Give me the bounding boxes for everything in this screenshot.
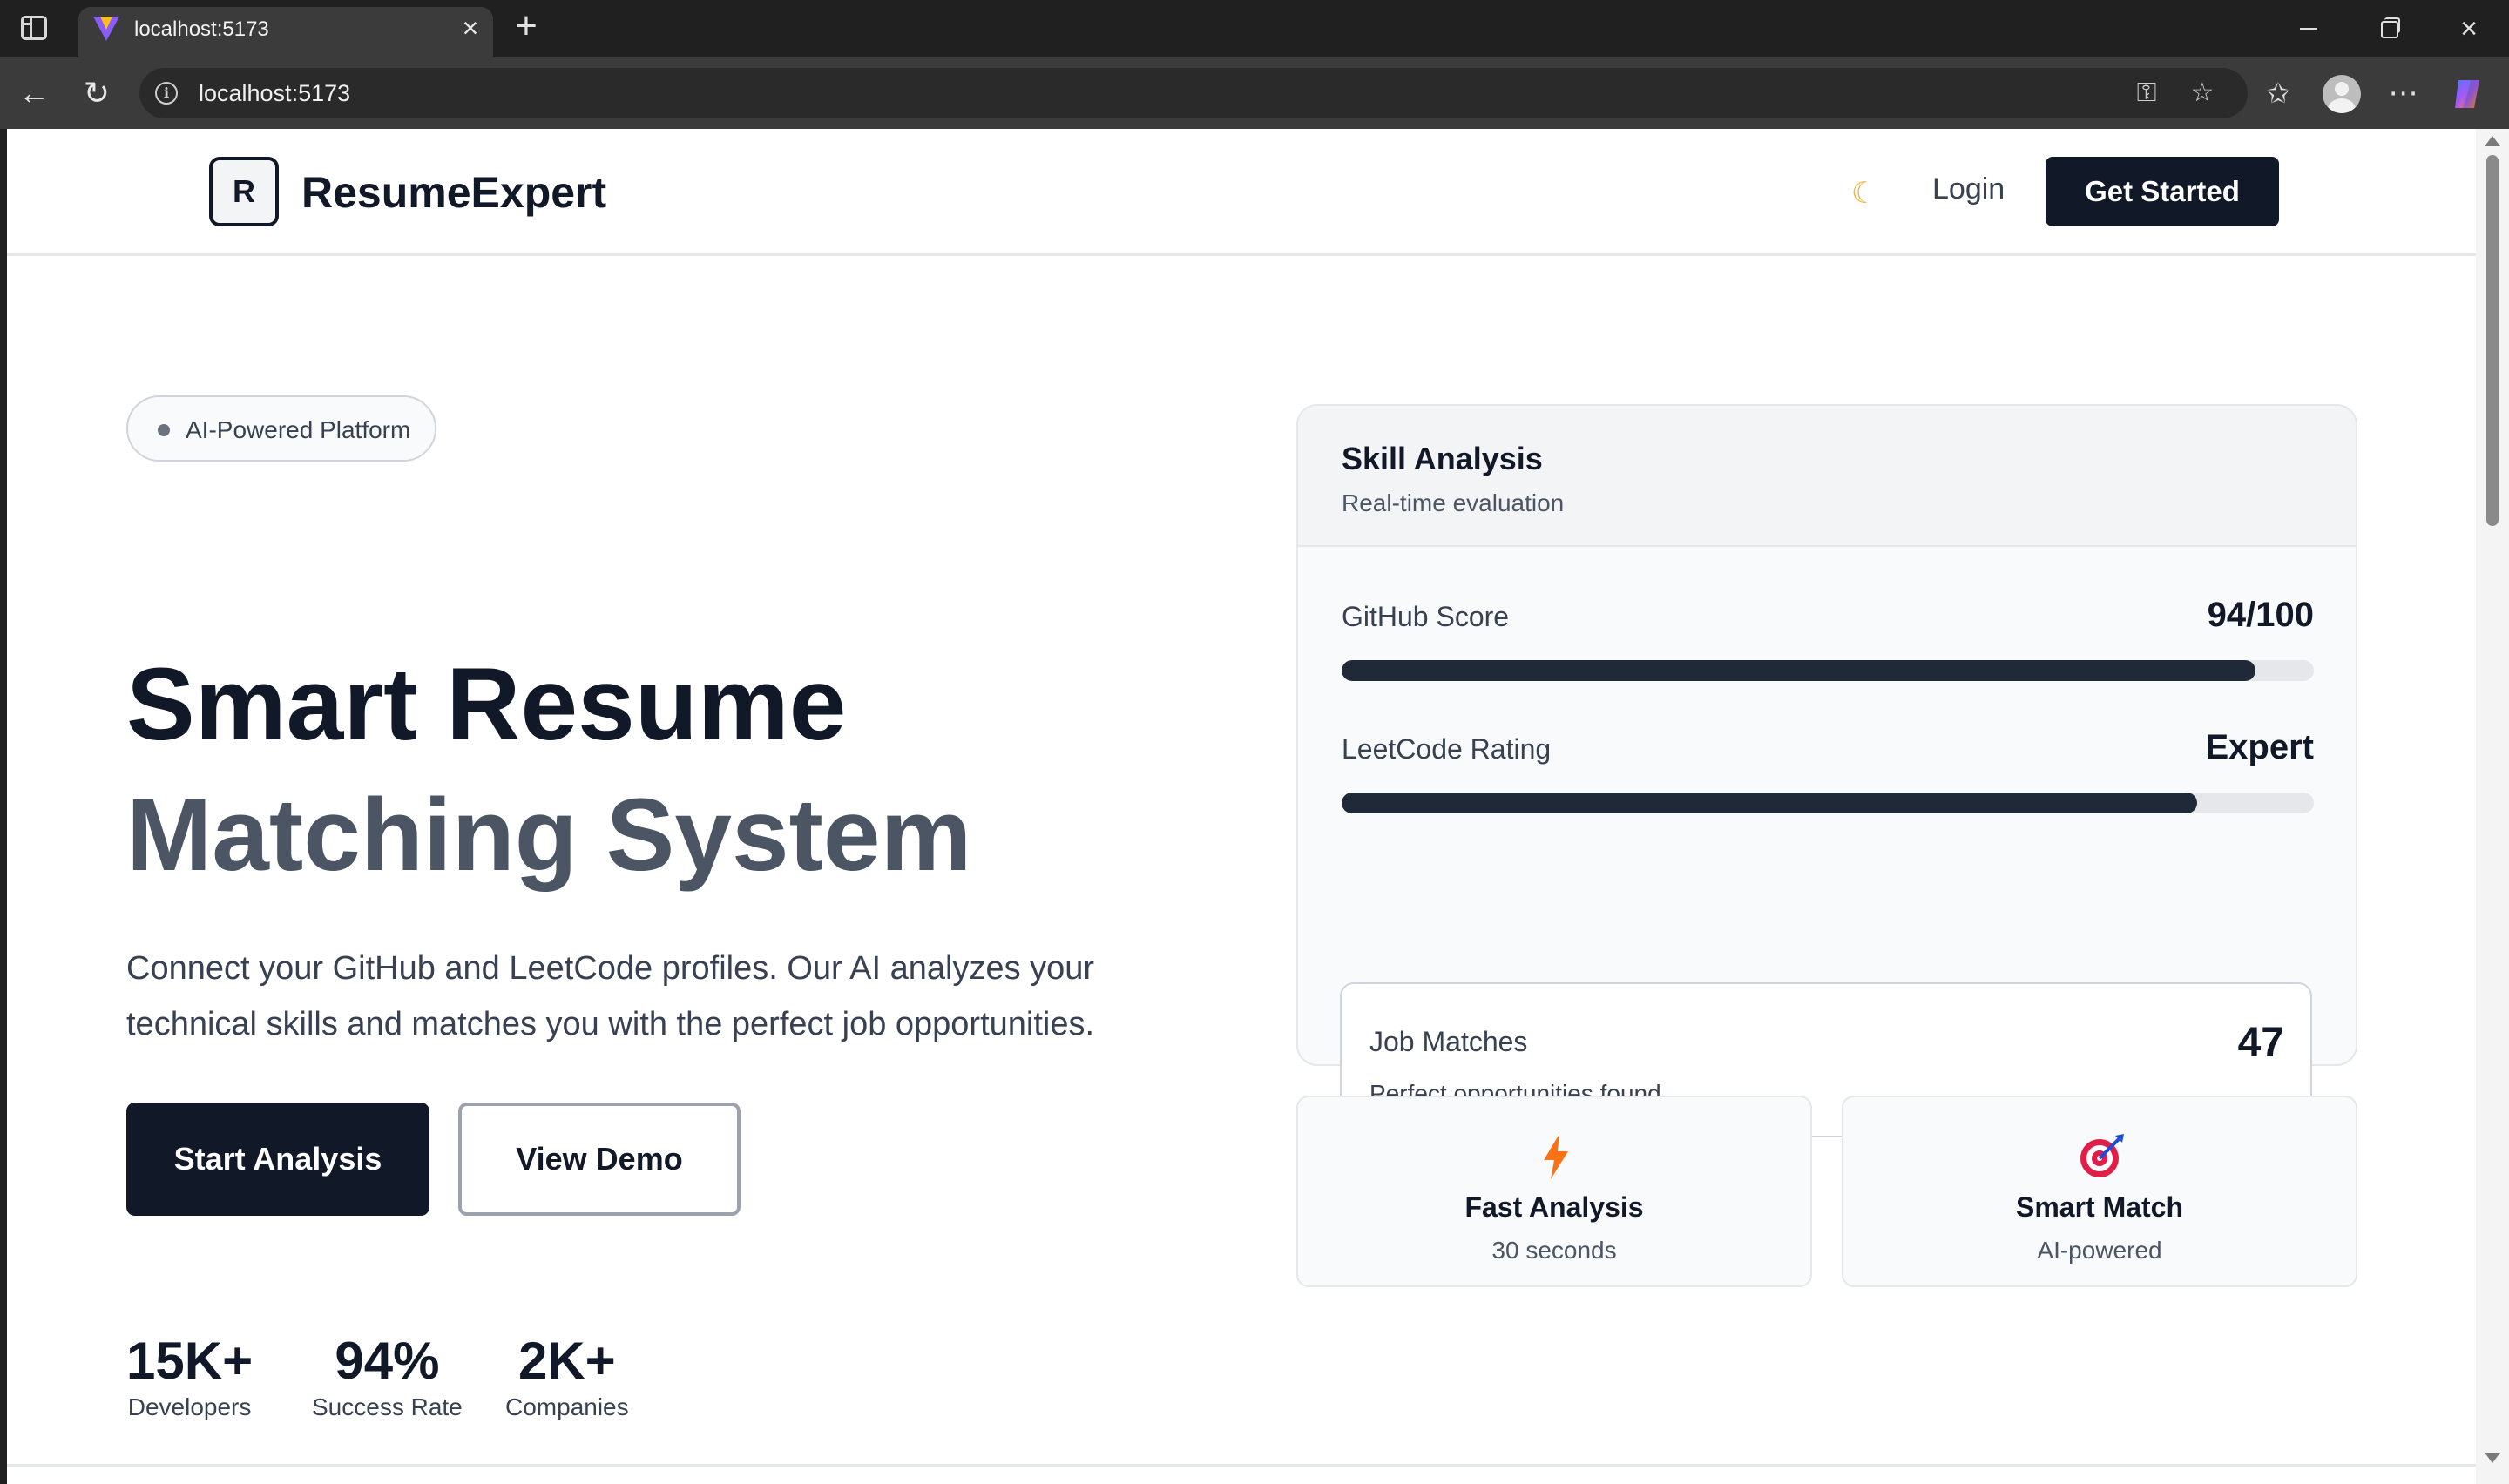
restore-icon[interactable]	[2363, 10, 2415, 47]
new-tab-icon[interactable]: +	[509, 7, 544, 45]
job-matches-count: 47	[2237, 1020, 2284, 1066]
badge-label: AI-Powered Platform	[186, 416, 411, 443]
feature-title: Fast Analysis	[1464, 1191, 1644, 1223]
hero-title-line2: Matching System	[126, 778, 972, 893]
url-text[interactable]: localhost:5173	[199, 80, 350, 107]
login-link[interactable]: Login	[1932, 172, 2005, 206]
leetcode-rating-fill	[1342, 793, 2198, 813]
window-close-icon[interactable]: ×	[2443, 10, 2495, 47]
tab-title: localhost:5173	[134, 17, 269, 41]
hero-description: Connect your GitHub and LeetCode profile…	[126, 950, 1095, 1042]
platform-badge: AI-Powered Platform	[126, 395, 436, 462]
card-header: Skill Analysis Real-time evaluation	[1298, 406, 2356, 547]
copilot-icon[interactable]	[2450, 75, 2488, 113]
leetcode-rating-label: LeetCode Rating	[1342, 733, 1552, 765]
leetcode-rating-bar	[1342, 793, 2314, 813]
tab-actions-icon[interactable]	[21, 16, 47, 40]
feature-subtitle: AI-powered	[2037, 1237, 2162, 1264]
github-score-fill	[1342, 660, 2256, 681]
feature-smart-match[interactable]: Smart Match AI-powered	[1842, 1096, 2357, 1287]
stat-value: 2K+	[517, 1332, 616, 1390]
job-matches-label: Job Matches	[1369, 1026, 1528, 1057]
card-title: Skill Analysis	[1342, 441, 1543, 476]
badge-dot-icon	[158, 424, 170, 436]
start-analysis-button[interactable]: Start Analysis	[126, 1103, 429, 1216]
site-info-icon[interactable]: i	[155, 82, 178, 105]
vite-favicon-icon	[93, 17, 119, 41]
feature-title: Smart Match	[2015, 1191, 2184, 1223]
page-scrollbar[interactable]	[2476, 129, 2509, 1484]
back-icon[interactable]: ←	[14, 73, 54, 113]
leetcode-rating-value: Expert	[2205, 728, 2315, 766]
bookmark-star-icon[interactable]: ☆	[2187, 78, 2218, 109]
get-started-button[interactable]: Get Started	[2046, 157, 2279, 226]
target-icon	[2080, 1134, 2124, 1177]
more-options-icon[interactable]: ⋯	[2384, 73, 2424, 113]
feature-subtitle: 30 seconds	[1491, 1237, 1617, 1264]
scroll-up-icon[interactable]	[2485, 136, 2500, 146]
hero-title-line1: Smart Resume	[126, 647, 847, 762]
github-score-label: GitHub Score	[1342, 601, 1510, 632]
reload-icon[interactable]: ↻	[77, 73, 117, 113]
lightning-icon	[1544, 1134, 1568, 1179]
browser-tab[interactable]: localhost:5173 ×	[78, 7, 493, 57]
site-header: R ResumeExpert ☾ Login Get Started	[7, 129, 2476, 256]
stat-label: Companies	[505, 1393, 629, 1420]
stat-value: 15K+	[126, 1332, 254, 1390]
github-score-bar	[1342, 660, 2314, 681]
feature-fast-analysis[interactable]: Fast Analysis 30 seconds	[1296, 1096, 1812, 1287]
stat-label: Success Rate	[312, 1393, 463, 1420]
view-demo-button[interactable]: View Demo	[458, 1103, 741, 1216]
browser-tabbar: localhost:5173 × + ×	[0, 0, 2509, 57]
logo-badge[interactable]: R	[209, 157, 279, 226]
page-viewport: R ResumeExpert ☾ Login Get Started AI-Po…	[7, 129, 2476, 1484]
stat-label: Developers	[127, 1393, 252, 1420]
close-tab-icon[interactable]: ×	[455, 12, 486, 44]
address-bar[interactable]: i localhost:5173 ⚿ ☆	[139, 68, 2248, 118]
github-score-value: 94/100	[2207, 596, 2314, 634]
moon-icon[interactable]: ☾	[1845, 174, 1883, 212]
stat-success-rate: 94% Success Rate	[312, 1331, 463, 1423]
brand-name[interactable]: ResumeExpert	[301, 167, 606, 218]
stat-value: 94%	[335, 1332, 440, 1390]
scrollbar-thumb[interactable]	[2486, 155, 2499, 526]
skill-analysis-card: Skill Analysis Real-time evaluation GitH…	[1296, 404, 2357, 1066]
card-subtitle: Real-time evaluation	[1342, 489, 1565, 516]
stat-companies: 2K+ Companies	[505, 1331, 629, 1423]
stat-developers: 15K+ Developers	[126, 1331, 253, 1423]
favorites-icon[interactable]: ✩	[2258, 73, 2298, 113]
minimize-icon[interactable]	[2282, 10, 2335, 47]
page-bottom-divider	[7, 1464, 2476, 1467]
scroll-down-icon[interactable]	[2485, 1453, 2500, 1463]
password-key-icon[interactable]: ⚿	[2131, 78, 2162, 109]
browser-toolbar: ← ↻ i localhost:5173 ⚿ ☆ ✩ ⋯	[0, 57, 2509, 129]
profile-avatar-icon[interactable]	[2323, 75, 2361, 113]
